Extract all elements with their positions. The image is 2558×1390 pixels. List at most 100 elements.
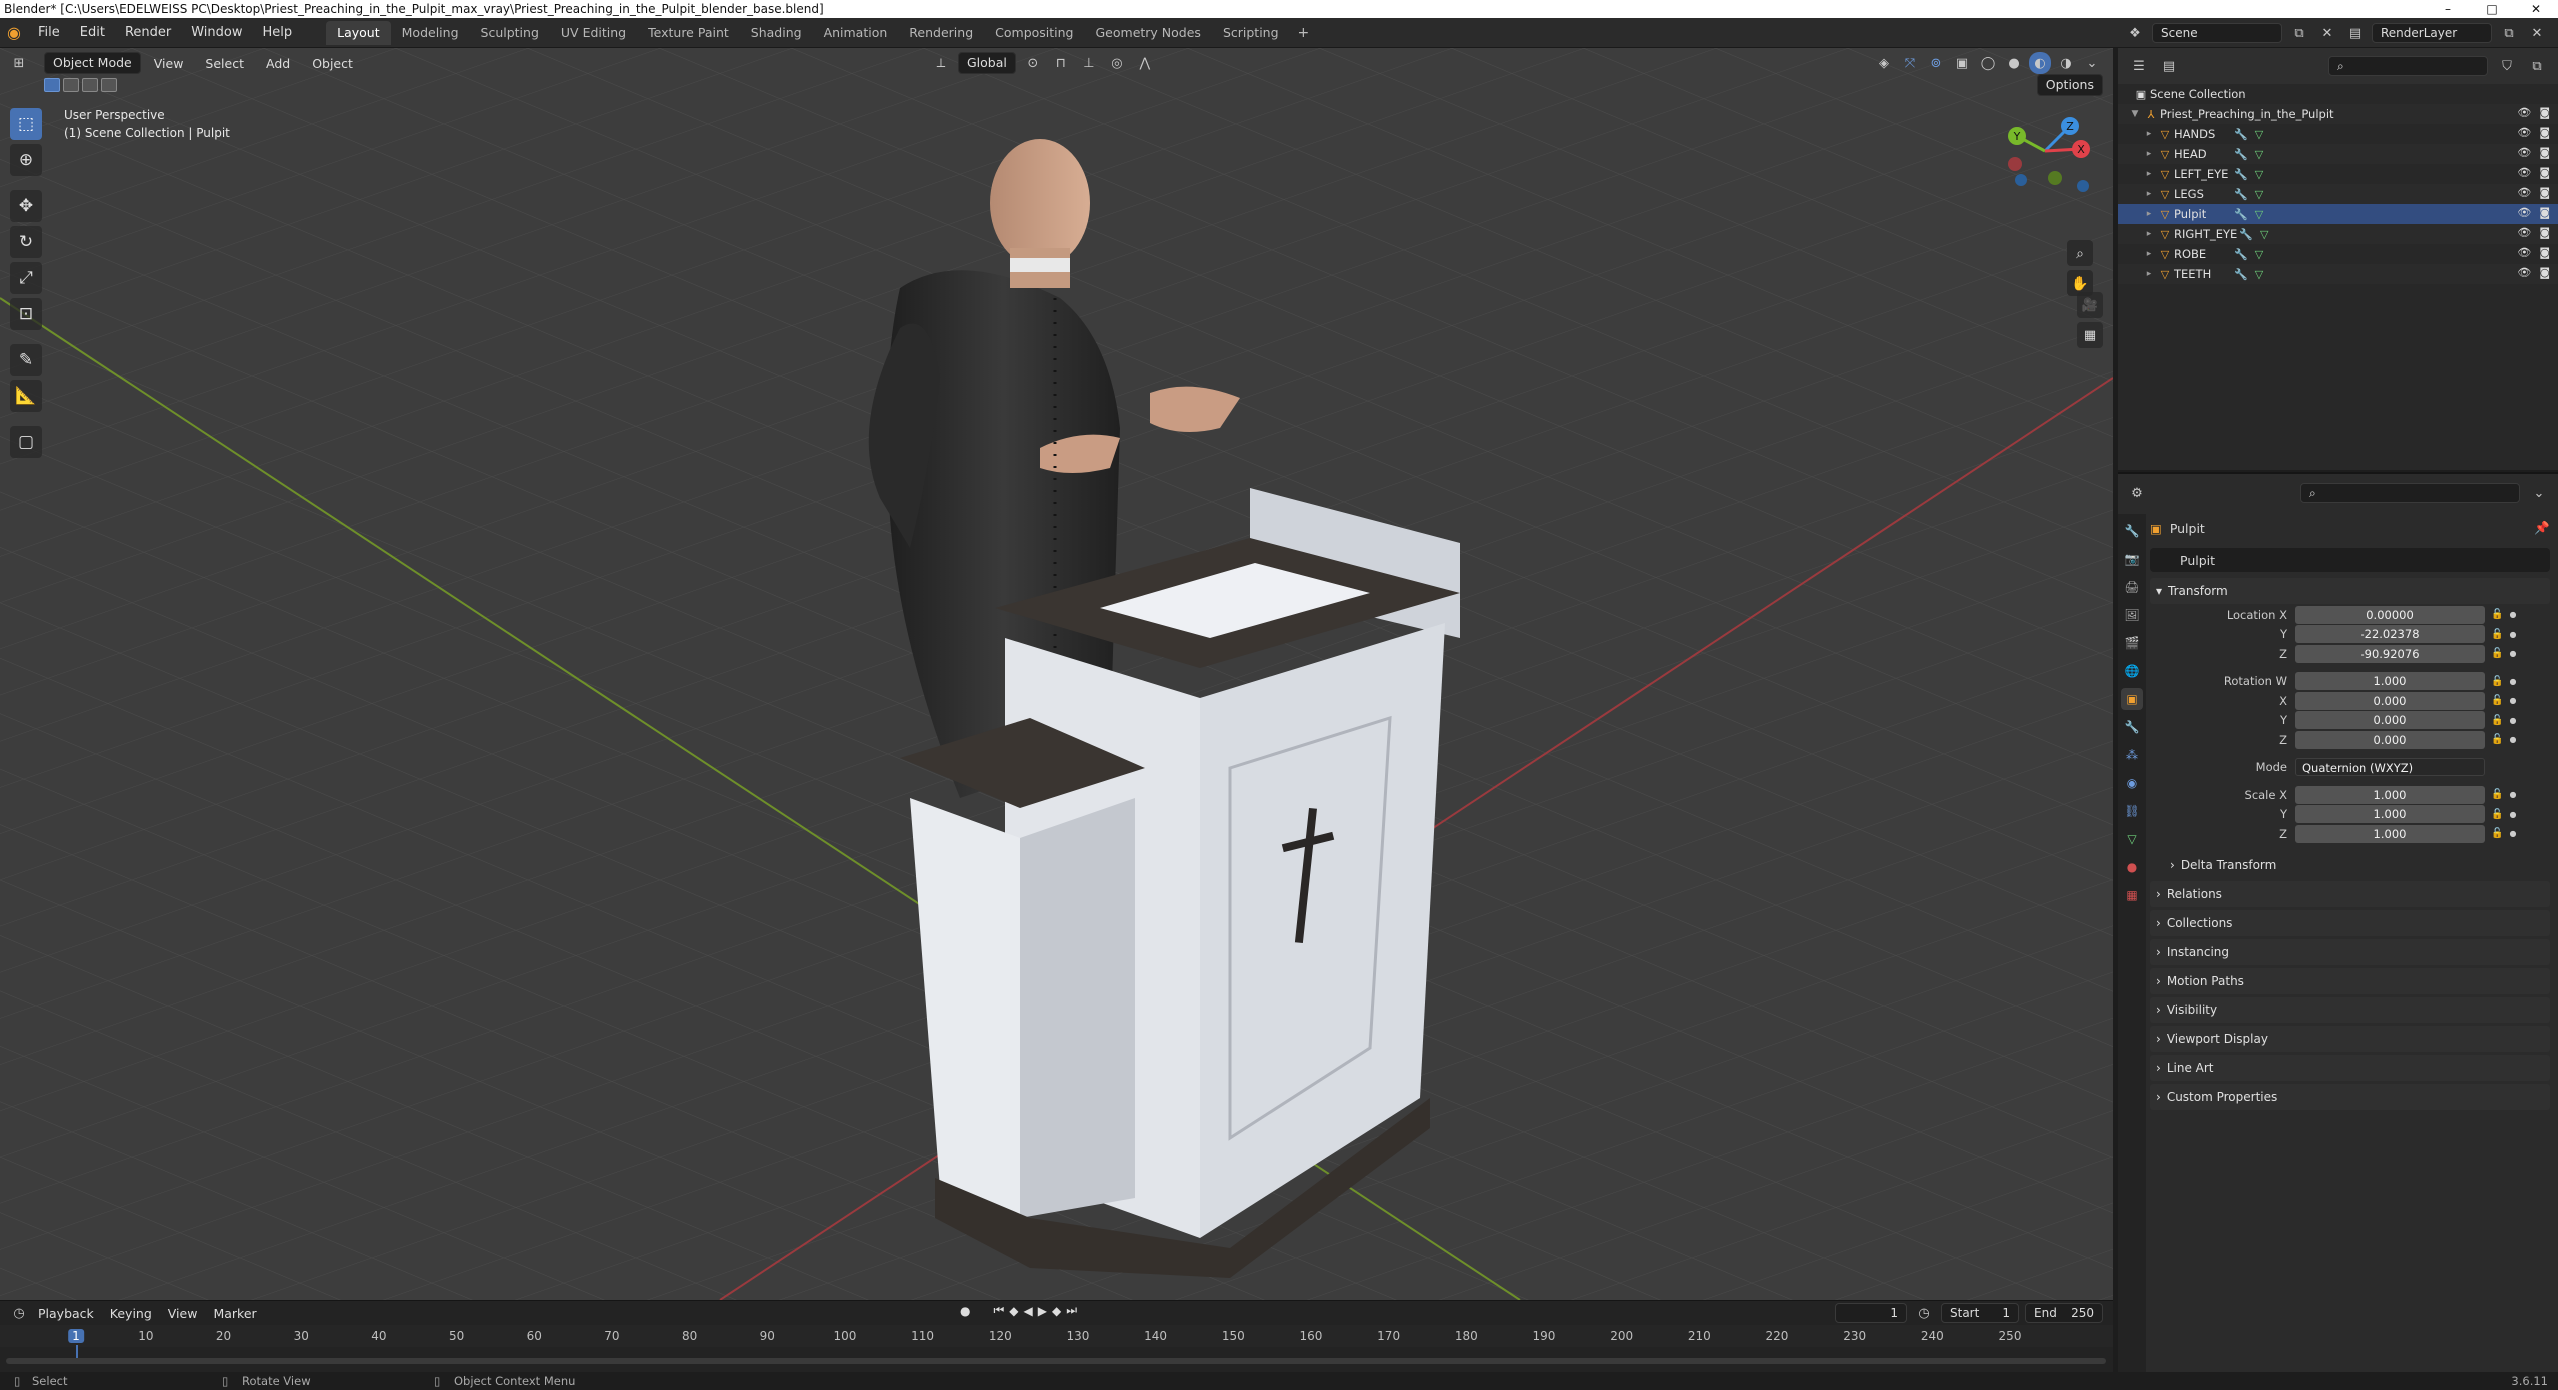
editor-type-icon[interactable]: ⊞ (8, 52, 30, 74)
outliner-item-right-eye[interactable]: ▸ ▽ RIGHT_EYE 🔧 ▽ 👁 ◙ (2118, 224, 2558, 244)
tab-sculpting[interactable]: Sculpting (470, 21, 550, 45)
properties-search-input[interactable]: ⌕ (2300, 483, 2520, 503)
render-camera-icon[interactable]: ◙ (2539, 126, 2550, 139)
physics-tab-icon[interactable]: ◉ (2121, 772, 2143, 794)
jump-keyframe-back-icon[interactable]: ◆ (1009, 1304, 1018, 1318)
tab-rendering[interactable]: Rendering (898, 21, 984, 45)
outliner-editor-type-icon[interactable]: ☰ (2128, 55, 2150, 77)
material-tab-icon[interactable]: ● (2121, 856, 2143, 878)
maximize-button[interactable]: □ (2470, 0, 2514, 18)
jump-start-icon[interactable]: ⏮ (993, 1303, 1004, 1318)
output-tab-icon[interactable]: 🖨 (2121, 576, 2143, 598)
gizmo-toggle-icon[interactable]: ⤧ (1899, 52, 1921, 74)
tab-uv-editing[interactable]: UV Editing (550, 21, 637, 45)
rotation-mode-dropdown[interactable]: Quaternion (WXYZ) (2295, 758, 2485, 777)
tab-geometry-nodes[interactable]: Geometry Nodes (1085, 21, 1212, 45)
lock-icon[interactable]: 🔓 (2491, 695, 2503, 706)
tab-texture-paint[interactable]: Texture Paint (637, 21, 740, 45)
timeline-menu-marker[interactable]: Marker (205, 1306, 264, 1321)
expand-arrow-icon[interactable]: ▸ (2142, 149, 2156, 159)
transform-orientation-dropdown[interactable]: Global (958, 52, 1016, 74)
constraints-tab-icon[interactable]: ⛓ (2121, 800, 2143, 822)
add-cube-tool-icon[interactable]: ▢ (10, 426, 42, 458)
scene-icon[interactable]: ❖ (2124, 22, 2146, 44)
end-frame-field[interactable]: End 250 (2025, 1303, 2103, 1323)
scale-tool-icon[interactable]: ⤢ (10, 262, 42, 294)
lock-icon[interactable]: 🔓 (2491, 715, 2503, 726)
select-new-icon[interactable] (44, 78, 60, 92)
expand-arrow-icon[interactable]: ▸ (2142, 189, 2156, 199)
world-tab-icon[interactable]: 🌐 (2121, 660, 2143, 682)
expand-arrow-icon[interactable]: ▸ (2142, 169, 2156, 179)
lock-icon[interactable]: 🔓 (2491, 629, 2503, 640)
render-camera-icon[interactable]: ◙ (2539, 226, 2550, 239)
view-layer-tab-icon[interactable]: 🖼 (2121, 604, 2143, 626)
shading-options-icon[interactable]: ⌄ (2081, 52, 2103, 74)
particles-tab-icon[interactable]: ⁂ (2121, 744, 2143, 766)
shading-material-icon[interactable]: ◐ (2029, 52, 2051, 74)
minimize-button[interactable]: – (2426, 0, 2470, 18)
rotation-y-field[interactable]: 0.000 (2295, 711, 2485, 730)
display-mode-icon[interactable]: ▤ (2158, 55, 2180, 77)
expand-arrow-icon[interactable]: ▸ (2142, 129, 2156, 139)
modifier-wrench-icon[interactable]: 🔧 (2237, 228, 2255, 241)
outliner-collection[interactable]: ▼ ⅄ Priest_Preaching_in_the_Pulpit 👁 ◙ (2118, 104, 2558, 124)
close-button[interactable]: ✕ (2514, 0, 2558, 18)
keyframe-dot-icon[interactable]: ● (2509, 716, 2516, 725)
properties-options-icon[interactable]: ⌄ (2528, 482, 2550, 504)
timeline-scrollbar[interactable] (6, 1358, 2106, 1364)
render-camera-icon[interactable]: ◙ (2539, 266, 2550, 279)
render-layer-selector[interactable]: RenderLayer (2372, 23, 2492, 43)
visibility-eye-icon[interactable]: 👁 (2517, 146, 2531, 159)
menu-edit[interactable]: Edit (70, 25, 115, 40)
timeline-menu-playback[interactable]: Playback (30, 1306, 102, 1321)
outliner-item-robe[interactable]: ▸ ▽ ROBE 🔧 ▽ 👁 ◙ (2118, 244, 2558, 264)
select-box-tool-icon[interactable]: ⬚ (10, 108, 42, 140)
tab-shading[interactable]: Shading (740, 21, 813, 45)
outliner-item-left-eye[interactable]: ▸ ▽ LEFT_EYE 🔧 ▽ 👁 ◙ (2118, 164, 2558, 184)
visibility-eye-icon[interactable]: 👁 (2517, 206, 2531, 219)
panel-viewport-display[interactable]: › Viewport Display (2150, 1025, 2550, 1052)
mesh-data-icon[interactable]: ▽ (2250, 168, 2268, 181)
playhead[interactable] (76, 1345, 78, 1359)
tab-layout[interactable]: Layout (326, 20, 391, 45)
transform-panel-header[interactable]: ▾ Transform (2150, 578, 2550, 604)
scene-selector[interactable]: Scene (2152, 23, 2282, 43)
select-subtract-icon[interactable] (82, 78, 98, 92)
render-camera-icon[interactable]: ◙ (2539, 206, 2550, 219)
select-invert-icon[interactable] (101, 78, 117, 92)
move-tool-icon[interactable]: ✥ (10, 190, 42, 222)
modifier-wrench-icon[interactable]: 🔧 (2232, 168, 2250, 181)
viewport-menu-add[interactable]: Add (257, 56, 299, 71)
mesh-data-icon[interactable]: ▽ (2255, 228, 2273, 241)
mesh-data-icon[interactable]: ▽ (2250, 128, 2268, 141)
outliner-scene-collection[interactable]: ▣ Scene Collection (2118, 84, 2558, 104)
tab-scripting[interactable]: Scripting (1212, 21, 1290, 45)
lock-icon[interactable]: 🔓 (2491, 809, 2503, 820)
mesh-data-icon[interactable]: ▽ (2250, 148, 2268, 161)
visibility-eye-icon[interactable]: 👁 (2517, 246, 2531, 259)
panel-visibility[interactable]: › Visibility (2150, 996, 2550, 1023)
keyframe-dot-icon[interactable]: ● (2509, 610, 2516, 619)
modifier-wrench-icon[interactable]: 🔧 (2232, 268, 2250, 281)
expand-arrow-icon[interactable]: ▼ (2128, 109, 2142, 119)
jump-end-icon[interactable]: ⏭ (1066, 1303, 1077, 1318)
scale-y-field[interactable]: 1.000 (2295, 805, 2485, 824)
location-z-field[interactable]: -90.92076 (2295, 644, 2485, 663)
blender-logo-icon[interactable]: ◉ (0, 18, 28, 48)
visibility-eye-icon[interactable]: 👁 (2517, 106, 2531, 119)
ortho-toggle-icon[interactable]: ▦ (2077, 322, 2103, 348)
keyframe-dot-icon[interactable]: ● (2509, 696, 2516, 705)
current-frame-field[interactable]: 1 (1835, 1303, 1907, 1323)
render-camera-icon[interactable]: ◙ (2539, 246, 2550, 259)
preview-range-icon[interactable]: ◷ (1913, 1302, 1935, 1324)
cursor-tool-icon[interactable]: ⊕ (10, 144, 42, 176)
timeline-menu-view[interactable]: View (160, 1306, 206, 1321)
timeline-menu-keying[interactable]: Keying (102, 1306, 160, 1321)
outliner-item-head[interactable]: ▸ ▽ HEAD 🔧 ▽ 👁 ◙ (2118, 144, 2558, 164)
panel-line-art[interactable]: › Line Art (2150, 1054, 2550, 1081)
render-camera-icon[interactable]: ◙ (2539, 106, 2550, 119)
lock-icon[interactable]: 🔓 (2491, 676, 2503, 687)
outliner-item-pulpit[interactable]: ▸ ▽ Pulpit 🔧 ▽ 👁 ◙ (2118, 204, 2558, 224)
modifier-tab-icon[interactable]: 🔧 (2121, 716, 2143, 738)
